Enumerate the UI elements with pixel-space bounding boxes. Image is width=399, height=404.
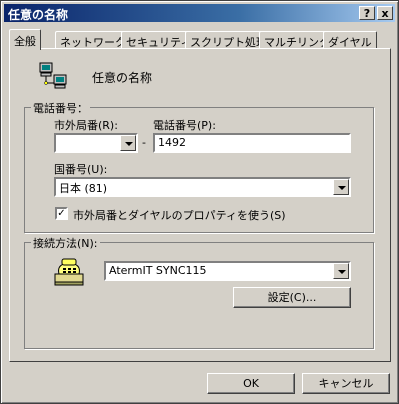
- tab-general[interactable]: 全般: [9, 29, 41, 50]
- ok-button[interactable]: OK: [207, 373, 295, 394]
- chevron-down-icon[interactable]: [120, 135, 136, 151]
- chevron-down-icon[interactable]: [333, 263, 349, 279]
- cancel-button[interactable]: キャンセル: [302, 373, 390, 394]
- country-code-combo[interactable]: 日本 (81): [54, 177, 351, 197]
- area-code-separator: -: [142, 136, 146, 149]
- chevron-down-icon[interactable]: [333, 179, 349, 195]
- phone-group-label: 電話番号：: [31, 100, 90, 116]
- country-code-label: 国番号(U):: [54, 163, 108, 176]
- device-combo[interactable]: AtermIT SYNC115: [104, 261, 351, 281]
- dialog-window: 任意の名称 ? x 全般 ネットワーク セキュリティ スクリプト処理 マルチリン…: [0, 0, 399, 404]
- configure-button[interactable]: 設定(C)...: [233, 287, 351, 308]
- tab-network[interactable]: ネットワーク: [55, 31, 131, 49]
- area-code-label: 市外局番(R):: [54, 119, 118, 132]
- window-title: 任意の名称: [8, 8, 69, 22]
- phone-modem-icon: [54, 258, 84, 286]
- tab-dialing[interactable]: ダイヤル: [323, 31, 377, 49]
- phone-number-field[interactable]: 1492: [153, 133, 351, 153]
- phone-number-label: 電話番号(P):: [153, 119, 216, 132]
- device-value: AtermIT SYNC115: [109, 264, 207, 277]
- country-code-value: 日本 (81): [59, 182, 108, 195]
- use-dialing-rules-label[interactable]: 市外局番とダイヤルのプロパティを使う(S): [73, 207, 286, 223]
- general-panel: 任意の名称 電話番号： 市外局番(R): - 電話番号(P): 1492 国番号…: [9, 48, 391, 362]
- network-computers-icon: [39, 62, 67, 89]
- help-button[interactable]: ?: [359, 6, 375, 20]
- connect-group-label: 接続方法(N):: [31, 235, 100, 251]
- title-bar: 任意の名称 ? x: [4, 4, 395, 22]
- connection-name: 任意の名称: [92, 71, 153, 85]
- close-button[interactable]: x: [377, 6, 393, 20]
- use-dialing-rules-checkbox[interactable]: ✓: [55, 207, 68, 220]
- area-code-combo[interactable]: [54, 133, 138, 153]
